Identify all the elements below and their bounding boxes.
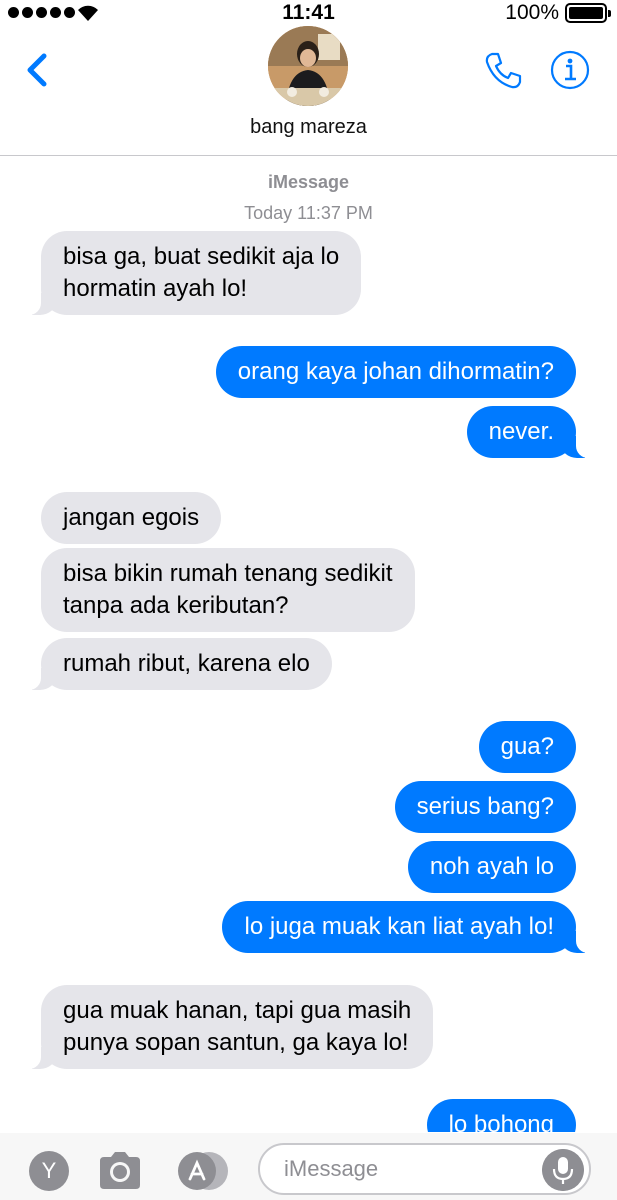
message-text: bisa bikin rumah tenang sedikit bbox=[63, 560, 393, 587]
outgoing-message[interactable]: never. bbox=[466, 406, 599, 458]
outgoing-message[interactable]: gua? bbox=[478, 721, 576, 773]
message-text: lo juga muak kan liat ayah lo! bbox=[244, 913, 554, 940]
incoming-message[interactable]: jangan egois bbox=[41, 492, 222, 544]
contact-name[interactable]: bang mareza bbox=[0, 116, 617, 139]
info-icon[interactable] bbox=[550, 50, 590, 90]
message-text: hormatin ayah lo! bbox=[63, 275, 248, 302]
camera-icon[interactable] bbox=[96, 1149, 144, 1191]
message-text: gua muak hanan, tapi gua masih bbox=[63, 997, 412, 1024]
compose-bar: Y bbox=[0, 1133, 617, 1200]
outgoing-message[interactable]: lo bohong bbox=[426, 1099, 576, 1132]
message-text: punya sopan santun, ga kaya lo! bbox=[63, 1029, 409, 1056]
conversation-header: bang mareza bbox=[0, 26, 617, 156]
message-text: gua? bbox=[500, 733, 554, 760]
incoming-message[interactable]: gua muak hanan, tapi gua masih punya sop… bbox=[18, 985, 434, 1069]
incoming-message[interactable]: rumah ribut, karena elo bbox=[19, 638, 332, 690]
service-label: iMessage bbox=[267, 172, 350, 192]
microphone-icon[interactable] bbox=[542, 1149, 584, 1191]
app-drawer-button[interactable]: Y bbox=[29, 1151, 69, 1191]
message-text: lo bohong bbox=[448, 1111, 554, 1132]
message-text: jangan egois bbox=[63, 504, 200, 531]
battery-percentage: 100% bbox=[505, 1, 559, 24]
thread-timestamp: Today 11:37 PM bbox=[244, 203, 373, 223]
outgoing-message[interactable]: noh ayah lo bbox=[407, 841, 576, 893]
app-store-icon[interactable] bbox=[175, 1151, 229, 1191]
incoming-message[interactable]: bisa bikin rumah tenang sedikit tanpa ad… bbox=[41, 548, 415, 632]
message-text: never. bbox=[488, 418, 554, 445]
message-text: tanpa ada keributan? bbox=[63, 592, 289, 619]
message-text: bisa ga, buat sedikit aja lo bbox=[63, 243, 340, 270]
outgoing-message[interactable]: orang kaya johan dihormatin? bbox=[215, 346, 576, 398]
phone-icon[interactable] bbox=[482, 48, 526, 92]
battery-icon bbox=[565, 3, 611, 23]
message-thread[interactable]: iMessage Today 11:37 PM bisa ga, buat se… bbox=[0, 157, 617, 1132]
outgoing-message[interactable]: lo juga muak kan liat ayah lo! bbox=[222, 901, 598, 953]
message-text: rumah ribut, karena elo bbox=[63, 650, 310, 677]
outgoing-message[interactable]: serius bang? bbox=[394, 781, 576, 833]
back-chevron-icon[interactable] bbox=[22, 50, 52, 90]
message-text: noh ayah lo bbox=[429, 853, 554, 880]
contact-avatar[interactable] bbox=[268, 26, 348, 106]
status-bar: 11:41 100% bbox=[0, 0, 617, 26]
incoming-message[interactable]: bisa ga, buat sedikit aja lo hormatin ay… bbox=[18, 231, 362, 315]
message-text: serius bang? bbox=[416, 793, 554, 820]
message-text: orang kaya johan dihormatin? bbox=[237, 358, 554, 385]
